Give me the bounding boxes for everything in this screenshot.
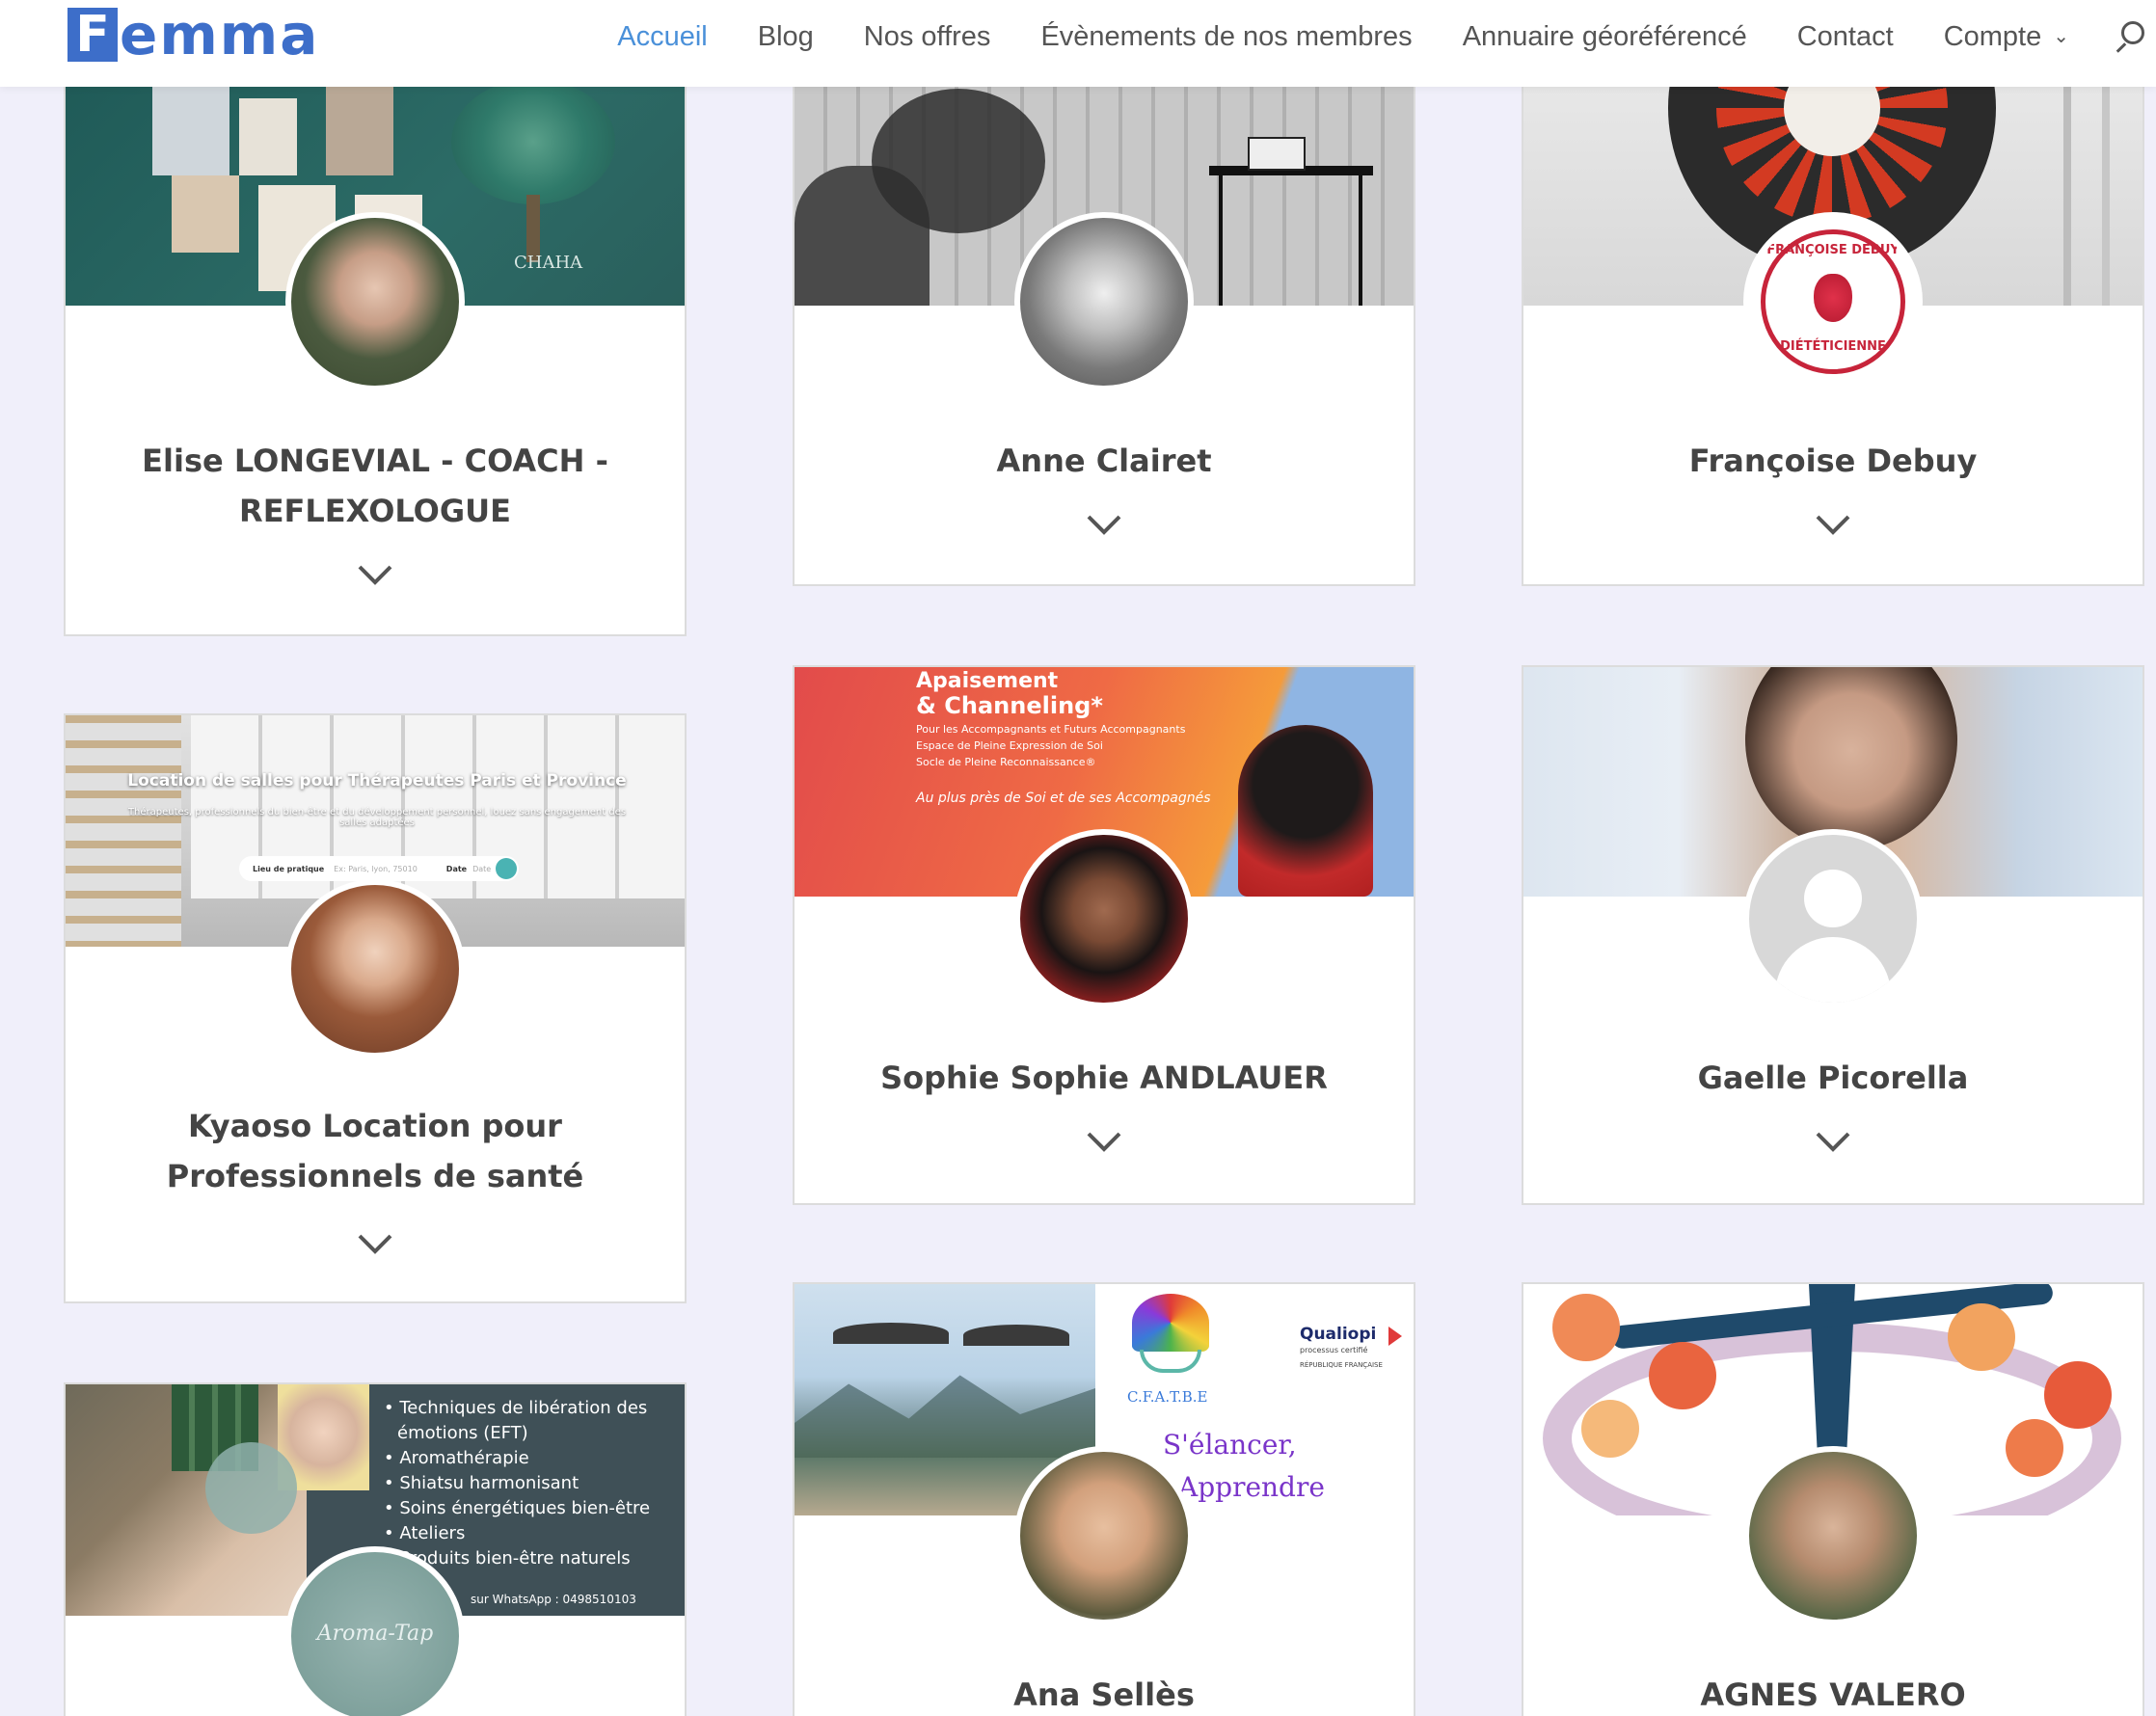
nav-contact[interactable]: Contact (1797, 21, 1894, 53)
chevron-down-icon[interactable] (1814, 513, 1852, 536)
member-card-elise[interactable]: CHAHA Elise LONGEVIAL - COACH - REFLEXOL… (64, 29, 687, 636)
member-card-gaelle[interactable]: Gaelle Picorella (1522, 665, 2144, 1205)
banner-chaha: CHAHA (514, 253, 583, 273)
search-label-lieu: Lieu de pratique (253, 864, 325, 873)
banner-line-1: Pour les Accompagnants et Futurs Accompa… (916, 723, 1186, 736)
member-name[interactable]: Gaelle Picorella (1523, 1053, 2143, 1103)
qualiopi-rep: RÉPUBLIQUE FRANÇAISE (1300, 1361, 1383, 1369)
member-name[interactable]: AGNES VALERO (1523, 1670, 2143, 1716)
search-placeholder-date: Date (472, 864, 492, 873)
chevron-down-icon[interactable] (1814, 1130, 1852, 1153)
site-header: F emma Accueil Blog Nos offres Évènement… (0, 0, 2156, 87)
nav-blog[interactable]: Blog (758, 21, 814, 53)
service-item-1: • Techniques de libération des (384, 1398, 648, 1418)
member-name[interactable]: Sophie Sophie ANDLAUER (795, 1053, 1414, 1103)
search-label-date: Date (445, 864, 468, 873)
avatar: Aroma-Tap (285, 1546, 465, 1716)
slogan-1: S'élancer, (1163, 1429, 1297, 1461)
banner-line-3: Socle de Pleine Reconnaissance® (916, 756, 1096, 768)
nav-nos-offres[interactable]: Nos offres (864, 21, 991, 53)
main-nav: Accueil Blog Nos offres Évènements de no… (567, 17, 2156, 56)
logo-mark: F (67, 8, 118, 62)
hands-logo-icon (1140, 1350, 1201, 1373)
avatar (1014, 1446, 1194, 1625)
org-name: C.F.A.T.B.E (1127, 1388, 1208, 1406)
chevron-down-icon[interactable] (1085, 513, 1123, 536)
chevron-down-icon: ⌄ (2053, 25, 2069, 47)
member-name[interactable]: Elise LONGEVIAL - COACH - REFLEXOLOGUE (66, 436, 685, 536)
lotus-logo-icon (1132, 1294, 1209, 1352)
nav-compte[interactable]: Compte ⌄ (1944, 21, 2069, 53)
raspberry-icon (1814, 274, 1852, 322)
member-name[interactable]: Anne Clairet (795, 436, 1414, 486)
member-name[interactable]: Kyaoso Location pour Professionnels de s… (66, 1101, 685, 1201)
nav-accueil[interactable]: Accueil (617, 21, 708, 53)
member-name[interactable]: Françoise Debuy (1523, 436, 2143, 486)
site-logo[interactable]: F emma (67, 2, 319, 67)
service-item-4: • Soins énergétiques bien-être (384, 1498, 651, 1518)
member-card-agnes[interactable]: AGNES VALERO (1522, 1282, 2144, 1716)
avatar: FRANÇOISE DEBUY DIÉTÉTICIENNE (1743, 212, 1923, 391)
service-item-2: • Aromathérapie (384, 1448, 529, 1468)
slogan-2: Apprendre (1178, 1471, 1325, 1503)
service-item-1b: émotions (EFT) (397, 1423, 528, 1443)
member-card-ana[interactable]: C.F.A.T.B.E Qualiopi processus certifié … (793, 1282, 1415, 1716)
banner-whatsapp: sur WhatsApp : 0498510103 (471, 1593, 636, 1606)
banner-tagline: Au plus près de Soi et de ses Accompagné… (916, 791, 1211, 806)
qualiopi-label: Qualiopi (1300, 1325, 1377, 1344)
nav-evenements[interactable]: Évènements de nos membres (1040, 21, 1412, 53)
avatar (285, 212, 465, 391)
nav-compte-label: Compte (1943, 20, 2042, 52)
avatar (285, 879, 465, 1059)
search-icon[interactable] (2112, 17, 2150, 56)
member-card-anne[interactable]: Anne Clairet (793, 29, 1415, 586)
logo-text: Aroma-Tap (316, 1622, 434, 1646)
member-name[interactable]: Ana Sellès (795, 1670, 1414, 1716)
qualiopi-arrow-icon (1388, 1327, 1402, 1346)
member-card-sophie[interactable]: Apaisement & Channeling* Pour les Accomp… (793, 665, 1415, 1205)
service-item-3: • Shiatsu harmonisant (384, 1473, 579, 1493)
avatar (1743, 1446, 1923, 1625)
member-card-francoise[interactable]: FRANÇOISE DEBUY DIÉTÉTICIENNE Françoise … (1522, 29, 2144, 586)
chevron-down-icon[interactable] (1085, 1130, 1123, 1153)
banner-title: Location de salles pour Thérapeutes Pari… (127, 771, 627, 791)
default-avatar-icon (1743, 829, 1923, 1008)
banner-search-bar[interactable]: Lieu de pratique Ex: Paris, lyon, 75010 … (239, 856, 519, 881)
banner-subtitle: Thérapeutes, professionnels du bien-être… (127, 807, 627, 828)
chevron-down-icon[interactable] (356, 1232, 394, 1255)
logo-wordmark: emma (120, 2, 320, 67)
banner-title-2: & Channeling* (916, 692, 1103, 719)
logo-top-text: FRANÇOISE DEBUY (1766, 243, 1900, 257)
search-placeholder-lieu: Ex: Paris, lyon, 75010 (334, 864, 418, 873)
service-item-5: • Ateliers (384, 1523, 466, 1543)
nav-annuaire[interactable]: Annuaire géoréférencé (1463, 21, 1747, 53)
search-icon[interactable] (496, 858, 517, 879)
banner-line-2: Espace de Pleine Expression de Soi (916, 739, 1103, 752)
qualiopi-sub: processus certifié (1300, 1346, 1368, 1354)
member-card-aroma-tap[interactable]: • Techniques de libération des émotions … (64, 1382, 687, 1716)
avatar (1014, 212, 1194, 391)
banner-title-1: Apaisement (916, 669, 1059, 693)
logo-bottom-text: DIÉTÉTICIENNE (1780, 339, 1886, 354)
member-card-kyaoso[interactable]: Location de salles pour Thérapeutes Pari… (64, 713, 687, 1303)
chevron-down-icon[interactable] (356, 563, 394, 586)
avatar (1014, 829, 1194, 1008)
